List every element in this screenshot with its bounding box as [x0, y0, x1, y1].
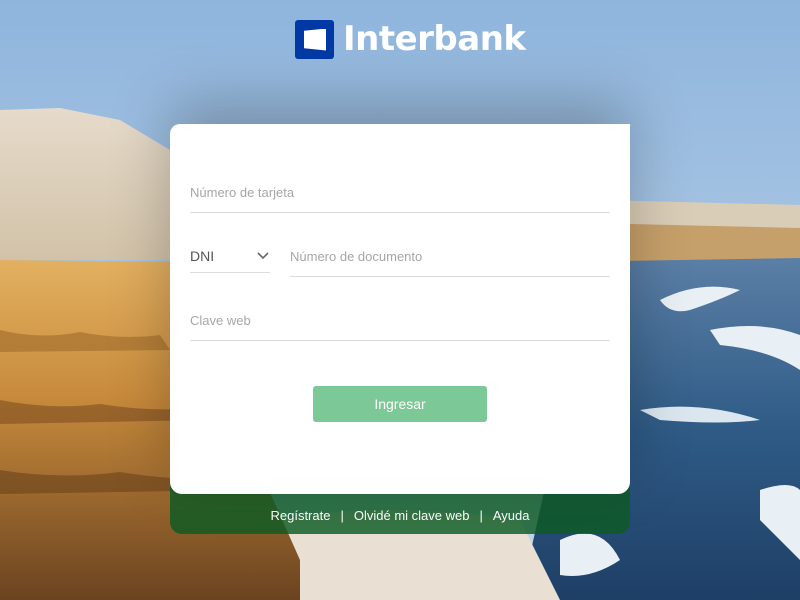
document-number-field [290, 246, 610, 277]
document-type-value: DNI [190, 248, 215, 264]
interbank-logo-icon [295, 19, 334, 59]
chevron-down-icon [257, 252, 269, 260]
interbank-logo: Interbank [295, 19, 526, 59]
document-type-select[interactable]: DNI [190, 246, 270, 273]
document-number-input[interactable] [290, 246, 610, 266]
card-number-input[interactable] [190, 182, 610, 202]
brand-name: Interbank [343, 19, 526, 59]
help-link[interactable]: Ayuda [493, 508, 530, 523]
login-card: DNI Ingresar [170, 124, 630, 494]
login-page: Interbank Regístrate | Olvidé mi clave w… [0, 0, 800, 600]
card-number-field [190, 182, 610, 213]
web-password-field [190, 310, 610, 341]
footer-links: Regístrate | Olvidé mi clave web | Ayuda [170, 508, 630, 523]
footer-separator: | [479, 508, 483, 523]
footer-separator: | [340, 508, 344, 523]
login-button[interactable]: Ingresar [313, 386, 487, 422]
register-link[interactable]: Regístrate [270, 508, 330, 523]
forgot-password-link[interactable]: Olvidé mi clave web [354, 508, 470, 523]
web-password-input[interactable] [190, 310, 610, 330]
